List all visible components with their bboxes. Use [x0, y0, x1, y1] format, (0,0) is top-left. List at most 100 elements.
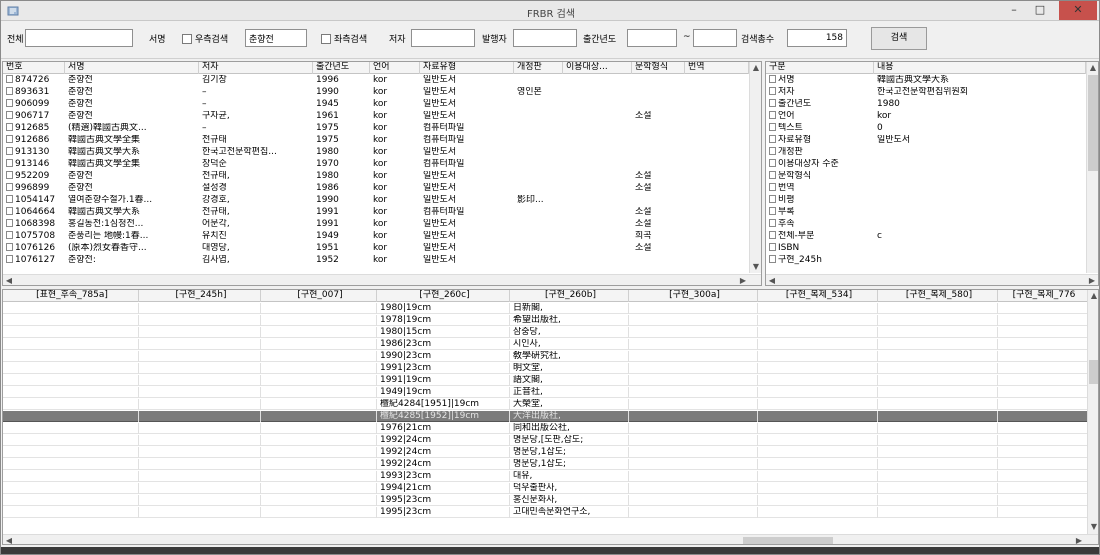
grid-column-header[interactable]: [구현_260b] — [510, 290, 629, 302]
results-hscroll[interactable]: ◀ ▶ — [3, 274, 761, 285]
year-to-input[interactable] — [693, 29, 737, 47]
detail-hscroll[interactable]: ◀ ▶ — [766, 274, 1098, 285]
grid-column-header[interactable]: [구현_260c] — [377, 290, 510, 302]
results-row[interactable]: 893631 춘향전 – 1990 kor 일반도서 영인본 — [3, 87, 749, 98]
grid-row[interactable]: 1991|19cm 語文閣, — [3, 375, 1088, 386]
row-checkbox[interactable] — [769, 87, 776, 95]
scroll-thumb[interactable] — [743, 537, 833, 544]
detail-row[interactable]: 번역 — [766, 183, 1086, 194]
results-row[interactable]: 1076126 (原本)烈女春香守... 대영당, 1951 kor 일반도서 소설 — [3, 243, 749, 254]
results-row[interactable]: 906717 춘향전 구자균, 1961 kor 일반도서 소설 — [3, 111, 749, 122]
detail-row[interactable]: 후속 — [766, 219, 1086, 230]
grid-row[interactable]: 1990|23cm 敎學硏究社, — [3, 351, 1088, 362]
row-checkbox[interactable] — [6, 99, 13, 107]
left-search-checkbox[interactable] — [321, 34, 331, 44]
row-checkbox[interactable] — [6, 87, 13, 95]
results-vscroll[interactable]: ▲ ▼ — [749, 62, 761, 273]
row-checkbox[interactable] — [769, 159, 776, 167]
row-checkbox[interactable] — [6, 135, 13, 143]
all-input[interactable] — [25, 29, 133, 47]
grid-row[interactable]: 1976|21cm 同和出版公社, — [3, 423, 1088, 434]
detail-row[interactable]: 문학형식 — [766, 171, 1086, 182]
scroll-right-icon[interactable]: ▶ — [1073, 536, 1085, 544]
title-input[interactable] — [245, 29, 307, 47]
row-checkbox[interactable] — [769, 171, 776, 179]
grid-row[interactable]: 1995|23cm 고대민족문화연구소, — [3, 507, 1088, 518]
grid-row[interactable]: 1994|21cm 덕우출판사, — [3, 483, 1088, 494]
results-row[interactable]: 1076127 춘향전: 김사엽, 1952 kor 일반도서 — [3, 255, 749, 266]
grid-column-header[interactable]: [구현_복제_534] — [758, 290, 878, 302]
grid-row[interactable]: 1995|23cm 홍신문화사, — [3, 495, 1088, 506]
scroll-down-icon[interactable]: ▼ — [1088, 522, 1098, 532]
row-checkbox[interactable] — [769, 75, 776, 83]
results-row[interactable]: 874726 춘향전 김기창 1996 kor 일반도서 — [3, 75, 749, 86]
grid-vscroll[interactable]: ▲ ▼ — [1087, 290, 1098, 534]
detail-row[interactable]: 부록 — [766, 207, 1086, 218]
scroll-left-icon[interactable]: ◀ — [3, 536, 15, 544]
grid-column-header[interactable]: [구현_복제_776 — [998, 290, 1088, 302]
results-row[interactable]: 906099 춘향전 – 1945 kor 일반도서 — [3, 99, 749, 110]
row-checkbox[interactable] — [769, 255, 776, 263]
row-checkbox[interactable] — [6, 111, 13, 119]
row-checkbox[interactable] — [6, 183, 13, 191]
detail-row[interactable]: 저자 한국고전문학편집위원회 — [766, 87, 1086, 98]
grid-column-header[interactable]: [구현_007] — [261, 290, 377, 302]
scroll-thumb[interactable] — [1088, 75, 1098, 171]
row-checkbox[interactable] — [6, 207, 13, 215]
scroll-up-icon[interactable]: ▲ — [1087, 63, 1098, 73]
row-checkbox[interactable] — [6, 219, 13, 227]
row-checkbox[interactable] — [6, 171, 13, 179]
detail-row[interactable]: 전체-부분 c — [766, 231, 1086, 242]
row-checkbox[interactable] — [6, 231, 13, 239]
grid-column-header[interactable]: [구현_245h] — [139, 290, 261, 302]
results-row[interactable]: 996899 춘향전 설성경 1986 kor 일반도서 소설 — [3, 183, 749, 194]
scroll-up-icon[interactable]: ▲ — [1088, 291, 1098, 301]
row-checkbox[interactable] — [6, 195, 13, 203]
detail-row[interactable]: 텍스트 0 — [766, 123, 1086, 134]
results-column-header[interactable]: 저자 — [199, 62, 313, 74]
detail-row[interactable]: 이용대상자 수준 — [766, 159, 1086, 170]
minimize-button[interactable]: – — [1001, 1, 1027, 20]
results-column-header[interactable]: 언어 — [370, 62, 420, 74]
row-checkbox[interactable] — [769, 219, 776, 227]
row-checkbox[interactable] — [769, 195, 776, 203]
results-column-header[interactable]: 번역 — [685, 62, 749, 74]
results-row[interactable]: 912686 韓國古典文學全集 전규태 1975 kor 컴퓨터파일 — [3, 135, 749, 146]
results-column-header[interactable]: 출간년도 — [313, 62, 370, 74]
detail-row[interactable]: 구현_245h — [766, 255, 1086, 266]
results-row[interactable]: 913130 韓國古典文學大系 한국고전문학편집... 1980 kor 일반도서 — [3, 147, 749, 158]
scroll-thumb[interactable] — [1089, 360, 1098, 384]
row-checkbox[interactable] — [6, 159, 13, 167]
results-column-header[interactable]: 번호 — [3, 62, 65, 74]
grid-row[interactable]: 1986|23cm 시인사, — [3, 339, 1088, 350]
results-row[interactable]: 1064664 韓國古典文學大系 전규태, 1991 kor 컴퓨터파일 소설 — [3, 207, 749, 218]
row-checkbox[interactable] — [769, 207, 776, 215]
results-column-header[interactable]: 개정판 — [514, 62, 563, 74]
results-row[interactable]: 913146 韓國古典文學全集 장덕순 1970 kor 컴퓨터파일 — [3, 159, 749, 170]
grid-row[interactable]: 1980|19cm 日新閣, — [3, 303, 1088, 314]
results-column-header[interactable]: 서명 — [65, 62, 199, 74]
maximize-button[interactable]: □ — [1027, 1, 1053, 20]
grid-column-header[interactable]: [구현_복제_580] — [878, 290, 998, 302]
detail-vscroll[interactable]: ▲ — [1086, 62, 1098, 273]
row-checkbox[interactable] — [769, 99, 776, 107]
detail-row[interactable]: 언어 kor — [766, 111, 1086, 122]
row-checkbox[interactable] — [6, 147, 13, 155]
detail-row[interactable]: 서명 韓國古典文學大系 — [766, 75, 1086, 86]
detail-row[interactable]: 개정판 — [766, 147, 1086, 158]
detail-row[interactable]: 비평 — [766, 195, 1086, 206]
search-button[interactable]: 검색 — [871, 27, 927, 50]
year-from-input[interactable] — [627, 29, 677, 47]
row-checkbox[interactable] — [769, 111, 776, 119]
scroll-right-icon[interactable]: ▶ — [1086, 276, 1098, 285]
grid-row[interactable]: 1991|23cm 明文堂, — [3, 363, 1088, 374]
grid-row[interactable]: 1993|23cm 대유, — [3, 471, 1088, 482]
scroll-right-icon[interactable]: ▶ — [737, 276, 749, 285]
row-checkbox[interactable] — [6, 123, 13, 131]
close-button[interactable]: ✕ — [1059, 1, 1097, 20]
row-checkbox[interactable] — [769, 123, 776, 131]
results-row[interactable]: 952209 춘향전 전규태, 1980 kor 일반도서 소설 — [3, 171, 749, 182]
detail-row[interactable]: ISBN — [766, 243, 1086, 254]
scroll-left-icon[interactable]: ◀ — [766, 276, 778, 285]
grid-column-header[interactable]: [표현_후속_785a] — [3, 290, 139, 302]
